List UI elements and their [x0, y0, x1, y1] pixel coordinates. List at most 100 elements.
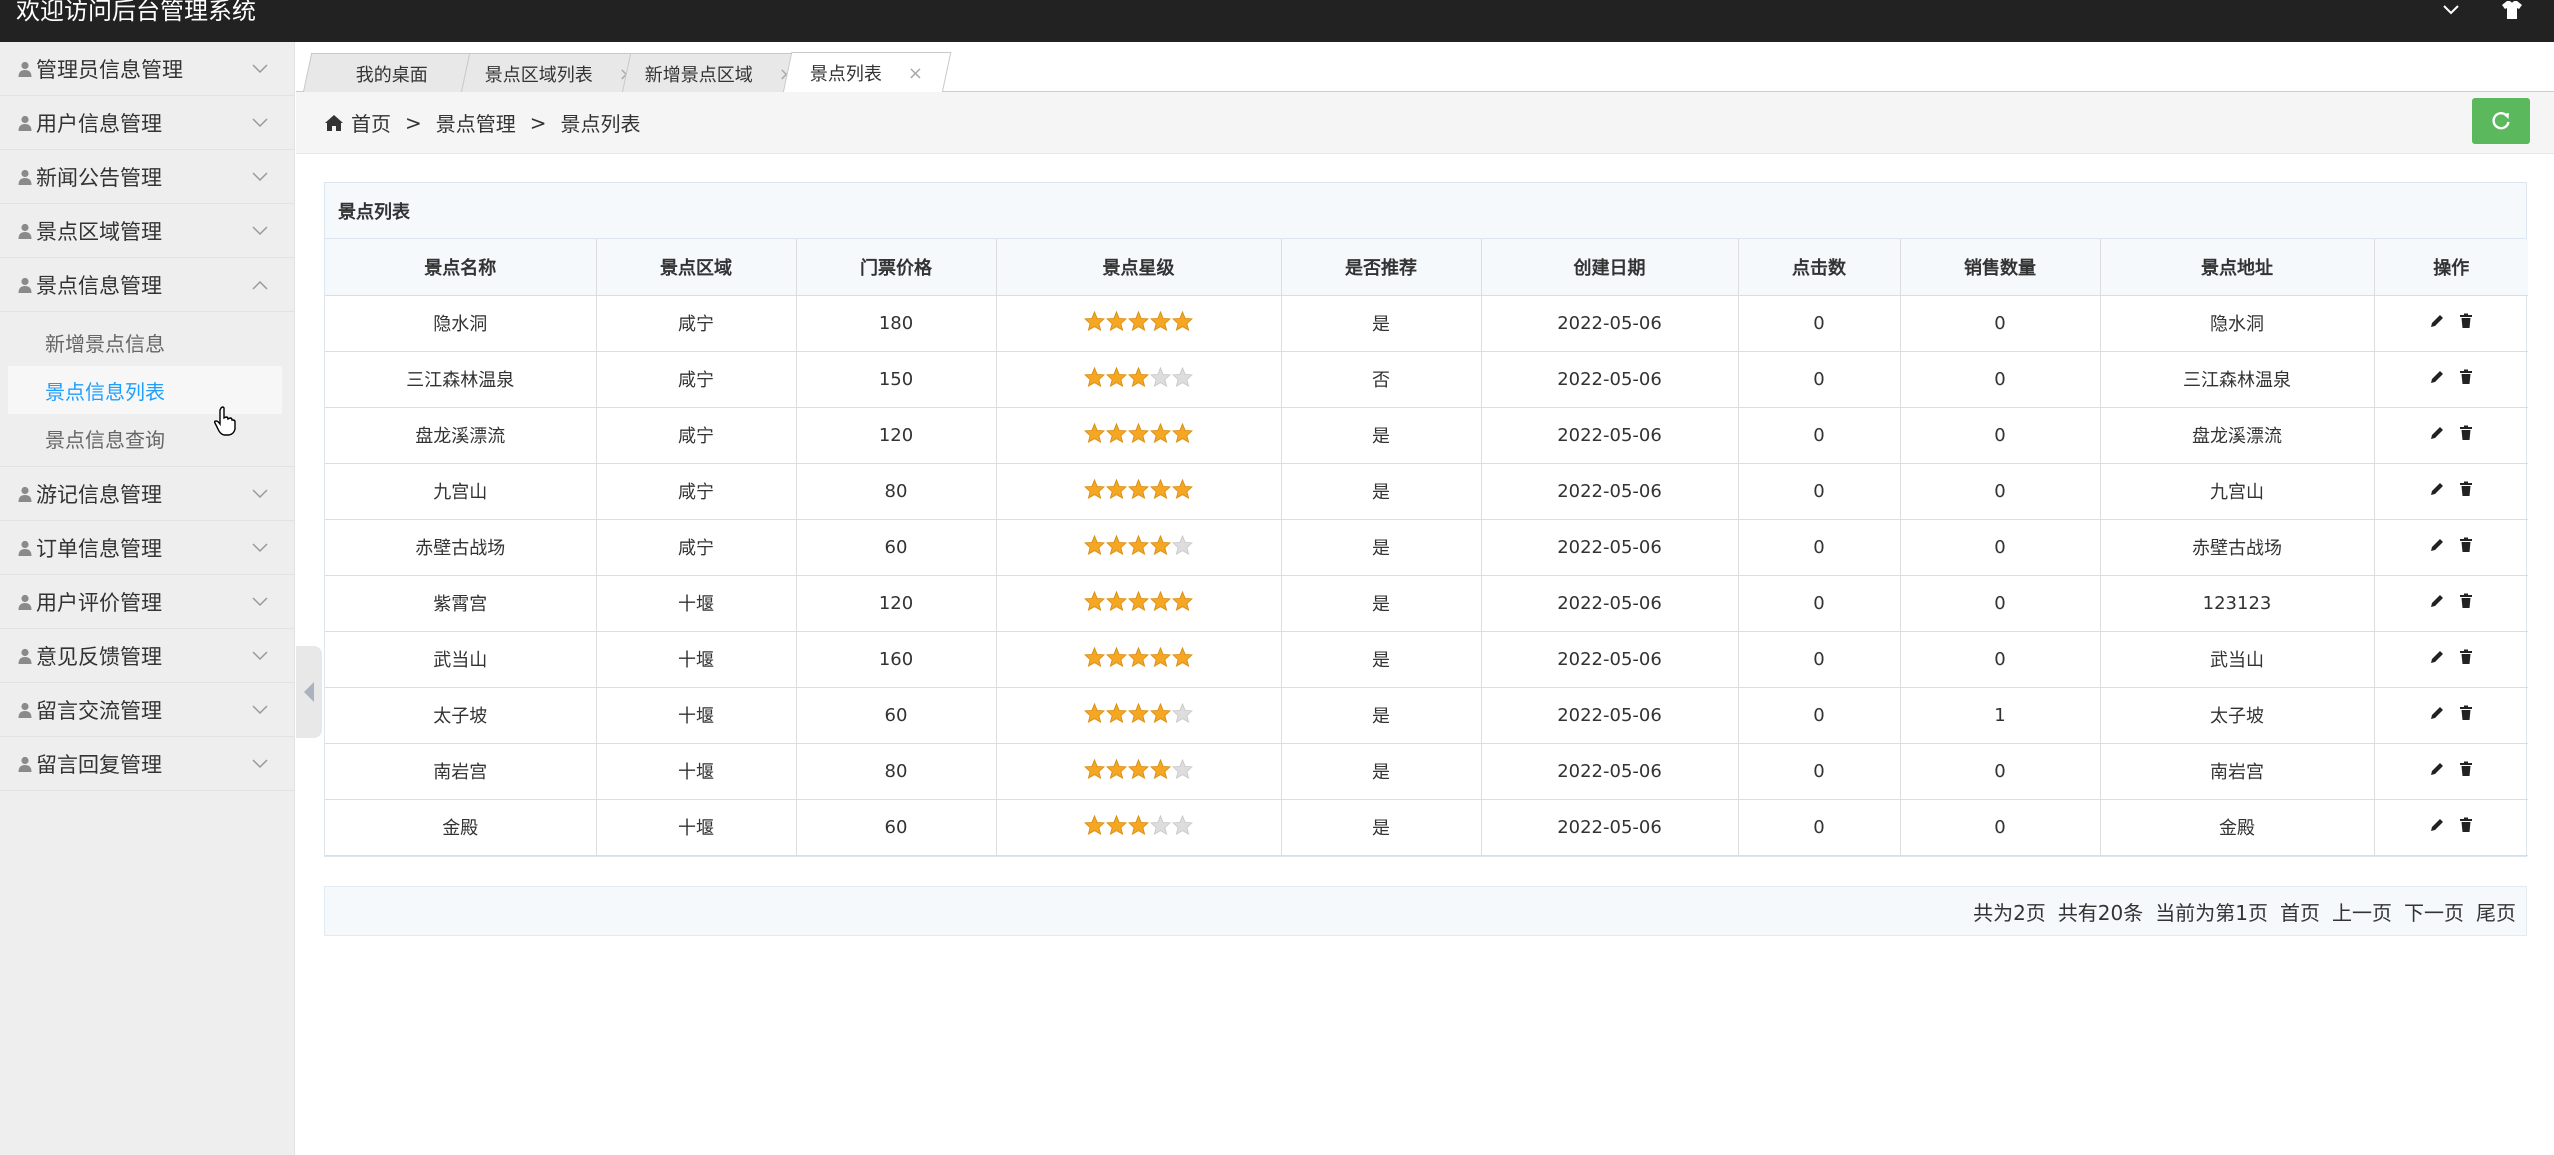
- shirt-icon[interactable]: [2500, 0, 2524, 20]
- trash-icon[interactable]: [2459, 817, 2473, 833]
- table-row: 太子坡 十堰 60 是 2022-05-06 0 1 太子坡: [325, 686, 2528, 744]
- pencil-icon[interactable]: [2429, 817, 2445, 833]
- table-row: 金殿 十堰 60 是 2022-05-06 0 0 金殿: [325, 798, 2528, 856]
- tab-close-icon[interactable]: ×: [908, 63, 923, 84]
- trash-icon[interactable]: [2459, 649, 2473, 665]
- cell-area: 十堰: [595, 742, 797, 800]
- chevron-down-icon[interactable]: [2442, 4, 2460, 16]
- star-filled-icon: [1127, 422, 1150, 448]
- row-actions: [2429, 593, 2473, 609]
- star-filled-icon: [1083, 702, 1106, 728]
- trash-icon[interactable]: [2459, 425, 2473, 441]
- tab-label: 我的桌面: [355, 64, 428, 86]
- sidebar-menu-item[interactable]: 用户评价管理: [0, 575, 294, 629]
- trash-icon[interactable]: [2459, 705, 2473, 721]
- tab-item[interactable]: 我的桌面: [302, 53, 481, 93]
- chevron-down-icon: [252, 171, 268, 182]
- sidebar-menu-item[interactable]: 新闻公告管理: [0, 150, 294, 204]
- cell-sales: 0: [1899, 294, 2101, 352]
- star-empty-icon: [1149, 814, 1172, 840]
- trash-icon[interactable]: [2459, 369, 2473, 385]
- row-actions: [2429, 369, 2473, 385]
- sidebar-menu-item[interactable]: 留言交流管理: [0, 683, 294, 737]
- star-empty-icon: [1149, 366, 1172, 392]
- cell-address: 赤壁古战场: [2099, 518, 2375, 576]
- cell-clicks: 0: [1737, 798, 1901, 856]
- column-header: 景点星级: [995, 239, 1282, 296]
- cell-clicks: 0: [1737, 574, 1901, 632]
- cell-stars: [995, 574, 1282, 632]
- sidebar-menu-item[interactable]: 留言回复管理: [0, 737, 294, 791]
- table-row: 三江森林温泉 咸宁 150 否 2022-05-06 0 0 三江森林温泉: [325, 350, 2528, 408]
- user-icon: [18, 115, 32, 131]
- sidebar-menu-label: 用户评价管理: [36, 590, 162, 615]
- star-filled-icon: [1149, 422, 1172, 448]
- cell-price: 60: [795, 686, 997, 744]
- star-rating: [1083, 478, 1194, 504]
- tab-item[interactable]: 景点列表 ×: [782, 52, 952, 93]
- table-row: 南岩宫 十堰 80 是 2022-05-06 0 0 南岩宫: [325, 742, 2528, 800]
- sidebar-collapse-handle[interactable]: [296, 646, 322, 738]
- trash-icon[interactable]: [2459, 313, 2473, 329]
- pagination-first-link[interactable]: 首页: [2280, 897, 2320, 926]
- cell-price: 120: [795, 406, 997, 464]
- star-filled-icon: [1083, 534, 1106, 560]
- trash-icon[interactable]: [2459, 537, 2473, 553]
- pencil-icon[interactable]: [2429, 593, 2445, 609]
- cell-area: 咸宁: [595, 294, 797, 352]
- pagination-prev-link[interactable]: 上一页: [2332, 897, 2392, 926]
- pencil-icon[interactable]: [2429, 649, 2445, 665]
- column-header: 操作: [2373, 239, 2528, 296]
- pagination-current-page: 当前为第1页: [2155, 900, 2268, 925]
- cell-name: 盘龙溪漂流: [325, 406, 597, 464]
- star-filled-icon: [1105, 758, 1128, 784]
- sidebar-menu-item[interactable]: 游记信息管理: [0, 467, 294, 521]
- cell-area: 咸宁: [595, 462, 797, 520]
- sidebar-menu-item[interactable]: 意见反馈管理: [0, 629, 294, 683]
- sidebar-submenu-item[interactable]: 新增景点信息: [8, 318, 282, 366]
- chevron-down-icon: [252, 63, 268, 74]
- pencil-icon[interactable]: [2429, 369, 2445, 385]
- star-empty-icon: [1171, 534, 1194, 560]
- refresh-button[interactable]: [2472, 98, 2530, 144]
- star-filled-icon: [1127, 646, 1150, 672]
- sidebar-submenu-item[interactable]: 景点信息列表: [8, 366, 282, 414]
- panel-title: 景点列表: [325, 183, 2526, 239]
- cell-actions: [2373, 350, 2528, 408]
- cell-date: 2022-05-06: [1480, 630, 1739, 688]
- sidebar-menu-item[interactable]: 订单信息管理: [0, 521, 294, 575]
- cell-date: 2022-05-06: [1480, 462, 1739, 520]
- pencil-icon[interactable]: [2429, 761, 2445, 777]
- breadcrumb-home[interactable]: 首页: [351, 108, 391, 137]
- star-empty-icon: [1171, 366, 1194, 392]
- cell-recommended: 是: [1280, 518, 1482, 576]
- cell-recommended: 是: [1280, 798, 1482, 856]
- sidebar-menu-item[interactable]: 景点信息管理: [0, 258, 294, 312]
- pencil-icon[interactable]: [2429, 705, 2445, 721]
- trash-icon[interactable]: [2459, 761, 2473, 777]
- breadcrumb-level1[interactable]: 景点管理: [436, 108, 516, 137]
- row-actions: [2429, 481, 2473, 497]
- cell-actions: [2373, 798, 2528, 856]
- trash-icon[interactable]: [2459, 481, 2473, 497]
- cell-clicks: 0: [1737, 742, 1901, 800]
- star-filled-icon: [1105, 366, 1128, 392]
- sidebar-menu-item[interactable]: 用户信息管理: [0, 96, 294, 150]
- pencil-icon[interactable]: [2429, 537, 2445, 553]
- pagination-last-link[interactable]: 尾页: [2476, 897, 2516, 926]
- cell-recommended: 否: [1280, 350, 1482, 408]
- cell-sales: 0: [1899, 574, 2101, 632]
- pencil-icon[interactable]: [2429, 425, 2445, 441]
- pencil-icon[interactable]: [2429, 481, 2445, 497]
- trash-icon[interactable]: [2459, 593, 2473, 609]
- pencil-icon[interactable]: [2429, 313, 2445, 329]
- cell-name: 九宫山: [325, 462, 597, 520]
- sidebar-menu-item[interactable]: 管理员信息管理: [0, 42, 294, 96]
- pagination-next-link[interactable]: 下一页: [2404, 897, 2464, 926]
- cell-address: 金殿: [2099, 798, 2375, 856]
- hand-cursor-icon: [213, 406, 236, 440]
- star-empty-icon: [1171, 814, 1194, 840]
- star-filled-icon: [1083, 590, 1106, 616]
- sidebar-submenu-item[interactable]: 景点信息查询: [8, 414, 282, 462]
- sidebar-menu-item[interactable]: 景点区域管理: [0, 204, 294, 258]
